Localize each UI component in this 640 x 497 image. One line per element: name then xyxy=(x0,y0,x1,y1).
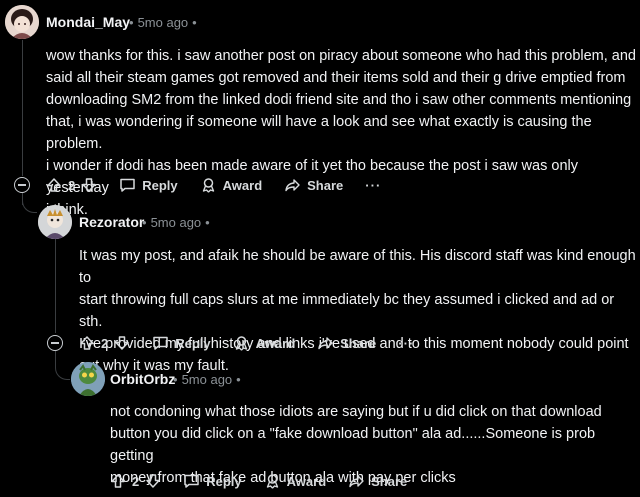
comment-bubble-icon xyxy=(153,336,168,350)
award-label: Award xyxy=(286,473,327,489)
award-icon xyxy=(235,336,247,351)
username[interactable]: OrbitOrbz xyxy=(110,371,175,387)
body-line: not condoning what those idiots are sayi… xyxy=(110,404,602,420)
comment-actions: 2 Reply Award Share xyxy=(110,469,429,493)
comment-meta: • 5mo ago • xyxy=(138,215,214,230)
award-label: Award xyxy=(222,177,263,193)
collapse-thread-button[interactable] xyxy=(47,335,63,351)
vote-control: 2 xyxy=(46,177,97,193)
timestamp: 5mo ago xyxy=(137,15,189,30)
vote-count: 2 xyxy=(68,177,76,193)
upvote-icon[interactable] xyxy=(46,177,62,193)
thread-branch-1 xyxy=(22,193,37,213)
body-line: start throwing full caps slurs at me imm… xyxy=(79,292,615,330)
body-line: said all their steam games got removed a… xyxy=(46,70,626,86)
username[interactable]: Rezorator xyxy=(79,214,144,230)
share-icon xyxy=(285,179,300,192)
reply-button[interactable]: Reply xyxy=(152,335,211,351)
award-button[interactable]: Award xyxy=(200,177,263,193)
body-line: wow thanks for this. i saw another post … xyxy=(46,48,636,64)
separator-dot: • xyxy=(192,15,197,30)
vote-count: 2 xyxy=(132,473,140,489)
comment-actions: 2 Reply Award Share ··· xyxy=(79,331,414,355)
share-button[interactable]: Share xyxy=(284,177,343,193)
avatar-rezorator[interactable] xyxy=(38,205,72,239)
comment-body: It was my post, and afaik he should be a… xyxy=(79,245,640,377)
award-icon xyxy=(202,178,214,193)
reply-button[interactable]: Reply xyxy=(119,177,178,193)
reply-label: Reply xyxy=(142,177,178,193)
share-button[interactable]: Share xyxy=(348,473,407,489)
downvote-icon[interactable] xyxy=(114,335,130,351)
separator-dot: • xyxy=(129,15,134,30)
thread-branch-2 xyxy=(55,351,70,380)
comment-bubble-icon xyxy=(120,178,135,192)
separator-dot: • xyxy=(142,215,147,230)
vote-control: 2 xyxy=(79,335,130,351)
body-line: button you did click on a "fake download… xyxy=(110,426,596,464)
timestamp: 5mo ago xyxy=(150,215,202,230)
downvote-icon[interactable] xyxy=(145,473,161,489)
award-icon xyxy=(266,474,278,489)
share-label: Share xyxy=(340,335,377,351)
comment-meta: • 5mo ago • xyxy=(169,372,245,387)
award-button[interactable]: Award xyxy=(264,473,327,489)
separator-dot: • xyxy=(236,372,241,387)
share-button[interactable]: Share xyxy=(317,335,376,351)
vote-control: 2 xyxy=(110,473,161,489)
reply-label: Reply xyxy=(206,473,242,489)
more-options-button[interactable]: ··· xyxy=(365,178,381,193)
reply-button[interactable]: Reply xyxy=(183,473,242,489)
body-line: It was my post, and afaik he should be a… xyxy=(79,248,636,286)
comment-meta: • 5mo ago • xyxy=(125,15,201,30)
share-label: Share xyxy=(307,177,344,193)
separator-dot: • xyxy=(205,215,210,230)
comment-actions: 2 Reply Award Share ··· xyxy=(46,173,381,197)
body-line: that, i was wondering if someone will ha… xyxy=(46,114,592,152)
share-label: Share xyxy=(371,473,408,489)
thread-line-2 xyxy=(55,238,56,333)
vote-count: 2 xyxy=(101,335,109,351)
more-options-button[interactable]: ··· xyxy=(398,336,414,351)
upvote-icon[interactable] xyxy=(110,473,126,489)
body-line: downloading SM2 from the linked dodi fri… xyxy=(46,92,632,108)
timestamp: 5mo ago xyxy=(181,372,233,387)
award-label: Award xyxy=(255,335,296,351)
username[interactable]: Mondai_May xyxy=(46,14,130,30)
avatar-orbitorbz[interactable] xyxy=(71,362,105,396)
share-icon xyxy=(349,475,364,488)
thread-line-1 xyxy=(22,40,23,176)
separator-dot: • xyxy=(173,372,178,387)
share-icon xyxy=(318,337,333,350)
reply-label: Reply xyxy=(175,335,211,351)
collapse-thread-button[interactable] xyxy=(14,177,30,193)
upvote-icon[interactable] xyxy=(79,335,95,351)
downvote-icon[interactable] xyxy=(81,177,97,193)
avatar-mondai-may[interactable] xyxy=(5,5,39,39)
comment-bubble-icon xyxy=(184,474,199,488)
award-button[interactable]: Award xyxy=(233,335,296,351)
